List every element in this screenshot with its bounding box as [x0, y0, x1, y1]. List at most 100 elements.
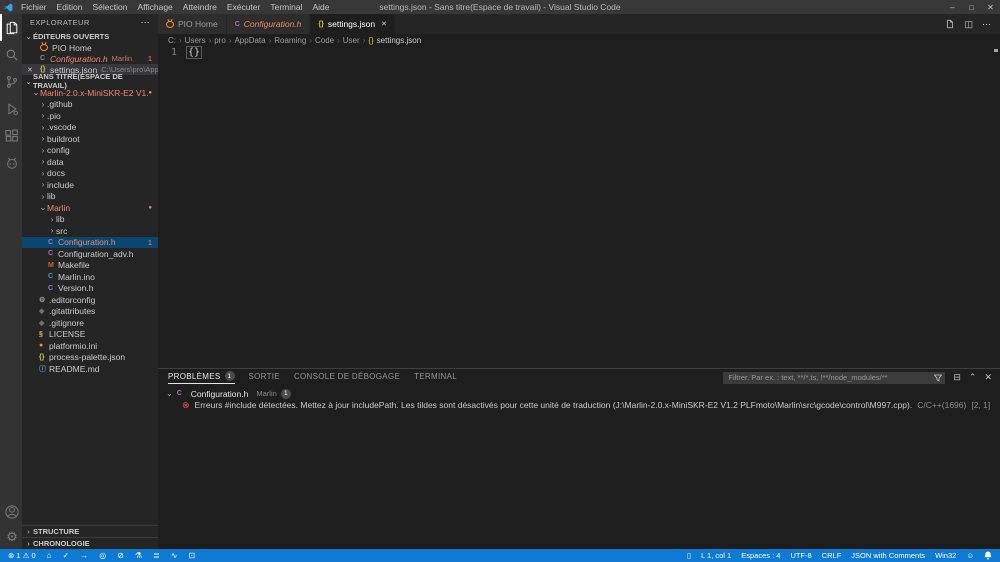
close-icon[interactable]: ✕: [381, 20, 387, 28]
breadcrumb-segment[interactable]: Code: [315, 36, 334, 45]
close-button[interactable]: ✕: [981, 3, 1000, 12]
more-actions-icon[interactable]: ⋯: [982, 19, 991, 30]
tree-item-file[interactable]: C Marlin.ino: [22, 271, 158, 283]
code-content[interactable]: {}: [186, 46, 203, 368]
open-editors-header[interactable]: ⌄ ÉDITEURS OUVERTS: [22, 30, 158, 42]
collapse-all-icon[interactable]: ⊟: [953, 372, 961, 383]
breadcrumb-segment[interactable]: Roaming: [274, 36, 306, 45]
pio-clean-icon[interactable]: ⊘: [117, 551, 124, 560]
feedback-icon[interactable]: ☺: [966, 551, 974, 560]
more-actions-icon[interactable]: ⋯: [141, 17, 150, 28]
tab-terminal[interactable]: TERMINAL: [414, 371, 457, 384]
menu-edition[interactable]: Edition: [52, 2, 88, 12]
minimize-button[interactable]: –: [943, 3, 962, 12]
problems-file-row[interactable]: ⌄ C Configuration.h Marlin 1: [158, 388, 1000, 399]
platform-indicator[interactable]: Win32: [935, 551, 956, 560]
tree-item-folder[interactable]: › data: [22, 156, 158, 168]
timeline-section-header[interactable]: › CHRONOLOGIE: [22, 537, 158, 549]
tree-item-file[interactable]: {} process-palette.json: [22, 352, 158, 364]
tree-item-file[interactable]: ⓘ README.md: [22, 363, 158, 375]
tree-item-folder[interactable]: › src: [22, 225, 158, 237]
tab-pio-home[interactable]: PIO Home: [158, 14, 227, 34]
platformio-icon[interactable]: [0, 149, 22, 176]
device-icon[interactable]: ▯: [687, 551, 691, 560]
menu-affichage[interactable]: Affichage: [132, 2, 177, 12]
account-icon[interactable]: [0, 499, 22, 524]
breadcrumb[interactable]: C: › Users › pro › AppData › Roaming › Code › …: [158, 34, 1000, 46]
pio-test-icon[interactable]: ⚗: [135, 551, 142, 560]
workspace-header[interactable]: ⌄ SANS TITRE(ESPACE DE TRAVAIL): [22, 72, 158, 90]
tab-debug-console[interactable]: CONSOLE DE DÉBOGAGE: [294, 371, 400, 384]
errors-warnings-indicator[interactable]: ⊗ 1 ⚠ 0: [8, 551, 36, 560]
code-editor[interactable]: 1 {}: [158, 46, 1000, 368]
menu-selection[interactable]: Sélection: [88, 2, 133, 12]
bell-icon[interactable]: [984, 551, 992, 560]
menu-executer[interactable]: Exécuter: [222, 2, 266, 12]
breadcrumb-segment[interactable]: Users: [185, 36, 206, 45]
search-icon[interactable]: [0, 41, 22, 68]
problem-error-row[interactable]: ⊗ Erreurs #include détectées. Mettez à j…: [158, 399, 1000, 411]
breadcrumb-segment[interactable]: pro: [214, 36, 226, 45]
tree-item-folder[interactable]: › .pio: [22, 110, 158, 122]
tree-item-folder[interactable]: › buildroot: [22, 133, 158, 145]
cursor-position[interactable]: L 1, col 1: [701, 551, 731, 560]
open-editor-configuration-h[interactable]: C Configuration.h Marlin 1: [22, 53, 158, 64]
outline-section-header[interactable]: › STRUCTURE: [22, 525, 158, 537]
tree-item-folder[interactable]: › lib: [22, 191, 158, 203]
run-debug-icon[interactable]: [0, 95, 22, 122]
tree-item-folder[interactable]: › lib: [22, 214, 158, 226]
breadcrumb-segment[interactable]: C:: [168, 36, 176, 45]
tree-item-file[interactable]: ● platformio.ini: [22, 340, 158, 352]
tree-item-folder[interactable]: › .vscode: [22, 122, 158, 134]
tree-item-file[interactable]: ⚙ .editorconfig: [22, 294, 158, 306]
tab-output[interactable]: SORTIE: [249, 371, 280, 384]
breadcrumb-segment[interactable]: User: [343, 36, 360, 45]
tree-item-root[interactable]: ⌄ Marlin-2.0.x-MiniSKR-E2 V1.2 P... ●: [22, 87, 158, 99]
filter-funnel-icon[interactable]: [934, 374, 943, 382]
encoding-indicator[interactable]: UTF-8: [790, 551, 811, 560]
pio-terminal-icon[interactable]: ⊡: [188, 551, 195, 560]
split-editor-icon[interactable]: ◫: [964, 19, 973, 30]
menu-terminal[interactable]: Terminal: [265, 2, 307, 12]
pio-monitor-icon[interactable]: ◎: [99, 551, 106, 560]
tab-settings-json[interactable]: {} settings.json ✕: [310, 14, 396, 34]
tree-item-file[interactable]: ◆ .gitignore: [22, 317, 158, 329]
source-control-icon[interactable]: [0, 68, 22, 95]
menu-aide[interactable]: Aide: [307, 2, 334, 12]
tree-item-configuration-h[interactable]: C Configuration.h 1: [22, 236, 158, 248]
close-panel-icon[interactable]: ✕: [984, 372, 992, 383]
maximize-button[interactable]: □: [962, 3, 981, 12]
tree-item-file[interactable]: § LICENSE: [22, 329, 158, 341]
pio-upload-icon[interactable]: →: [80, 551, 88, 560]
pio-tasks-icon[interactable]: ≣: [153, 551, 160, 560]
tree-item-file[interactable]: C Configuration_adv.h: [22, 248, 158, 260]
indentation-indicator[interactable]: Espaces : 4: [741, 551, 780, 560]
breadcrumb-segment[interactable]: AppData: [234, 36, 265, 45]
pio-serial-icon[interactable]: ∿: [171, 551, 178, 560]
problems-filter-input[interactable]: [723, 371, 946, 384]
tree-item-folder-marlin[interactable]: ⌄ Marlin ●: [22, 202, 158, 214]
eol-indicator[interactable]: CRLF: [822, 551, 842, 560]
tree-item-folder[interactable]: › docs: [22, 168, 158, 180]
open-editor-pio-home[interactable]: PIO Home: [22, 42, 158, 53]
open-settings-ui-icon[interactable]: [945, 19, 955, 29]
language-mode[interactable]: JSON with Comments: [851, 551, 925, 560]
tab-problems[interactable]: PROBLÈMES 1: [168, 371, 235, 384]
tree-item-file[interactable]: ◆ .gitattributes: [22, 306, 158, 318]
extensions-icon[interactable]: [0, 122, 22, 149]
breadcrumb-file[interactable]: {} settings.json: [368, 36, 421, 45]
pio-home-icon[interactable]: ⌂: [47, 551, 52, 560]
tree-item-file[interactable]: C Version.h: [22, 283, 158, 295]
tree-item-file[interactable]: M Makefile: [22, 260, 158, 272]
tree-item-folder[interactable]: › config: [22, 145, 158, 157]
pio-build-icon[interactable]: ✓: [63, 551, 70, 560]
menu-atteindre[interactable]: Atteindre: [178, 2, 222, 12]
maximize-panel-icon[interactable]: ⌃: [969, 372, 977, 383]
tree-item-folder[interactable]: › .github: [22, 99, 158, 111]
settings-gear-icon[interactable]: ⚙: [0, 524, 22, 549]
tab-configuration-h[interactable]: C Configuration.h: [226, 14, 311, 34]
menu-fichier[interactable]: Fichier: [16, 2, 52, 12]
explorer-icon[interactable]: [0, 14, 22, 41]
tree-item-folder[interactable]: › include: [22, 179, 158, 191]
minimap[interactable]: [993, 46, 1000, 368]
